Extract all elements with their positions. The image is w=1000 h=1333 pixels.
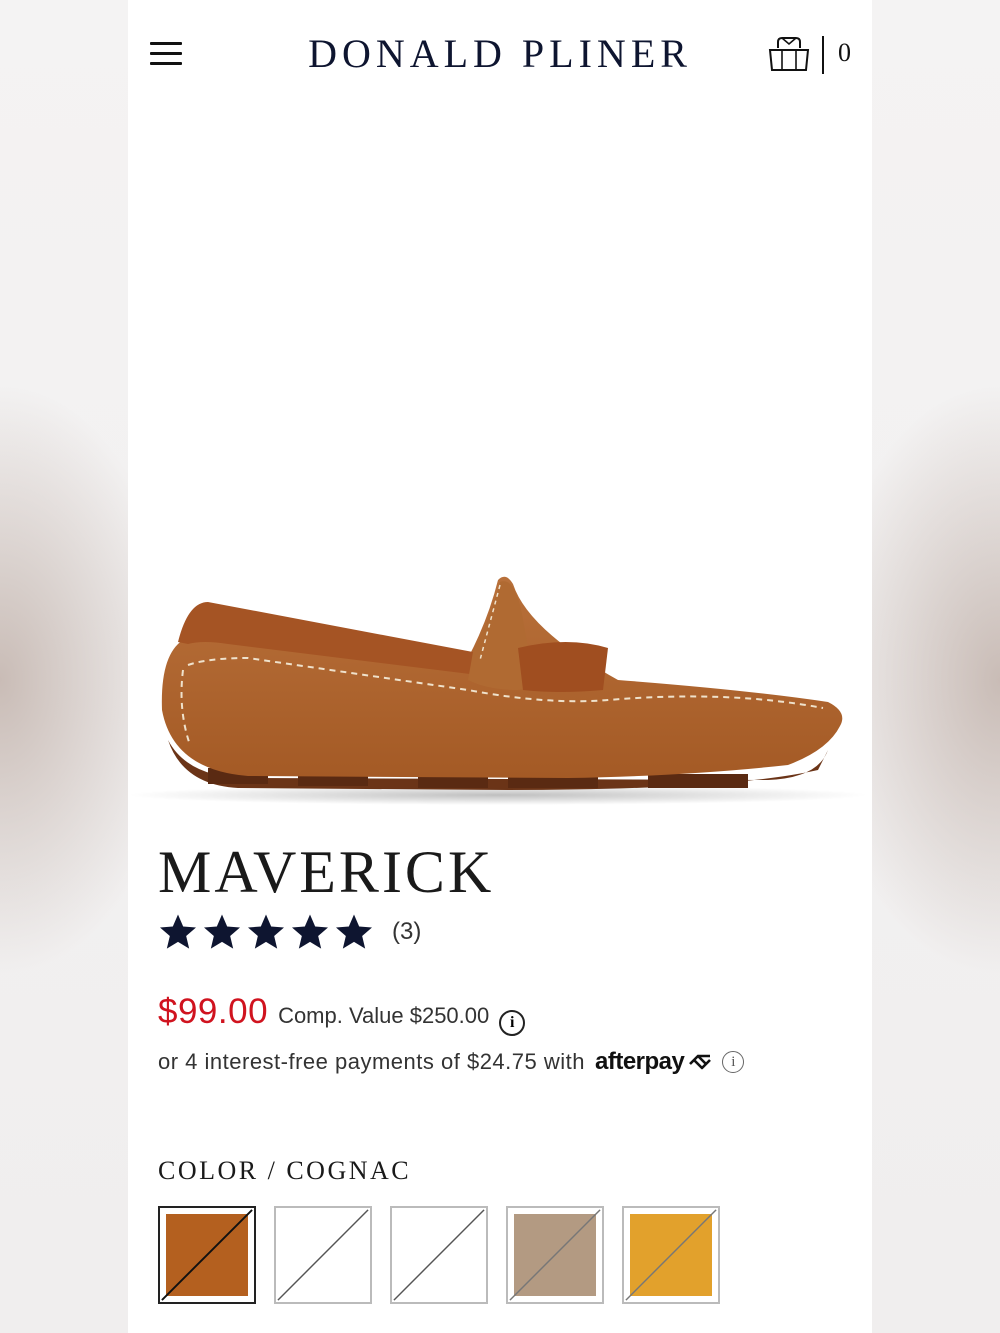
- afterpay-arrows-icon: [689, 1054, 712, 1070]
- sale-price: $99.00: [158, 992, 269, 1031]
- unavailable-slash-icon: [277, 1209, 369, 1301]
- swatch-white[interactable]: [274, 1206, 372, 1304]
- review-count[interactable]: (3): [392, 918, 421, 946]
- star-icon: [160, 914, 196, 949]
- cart[interactable]: 0: [768, 34, 858, 74]
- star-icon: [248, 914, 284, 949]
- hamburger-line: [150, 52, 182, 55]
- unavailable-slash-icon: [393, 1209, 485, 1301]
- info-icon[interactable]: i: [499, 1010, 526, 1036]
- star-icon: [336, 914, 372, 949]
- hamburger-line: [150, 62, 182, 65]
- star-icon: [204, 914, 240, 949]
- price-row: $99.00 Comp. Value $250.00 i: [158, 992, 526, 1036]
- afterpay-row: or 4 interest-free payments of $24.75 wi…: [158, 1048, 745, 1076]
- shopping-bag-icon[interactable]: [768, 36, 810, 72]
- menu-button[interactable]: [148, 40, 184, 68]
- product-page: DONALD PLINER 0 MAVERICK (3) $99.00 Comp…: [128, 0, 872, 1333]
- star-icon: [292, 914, 328, 949]
- color-swatches: [158, 1206, 738, 1304]
- cart-count: 0: [838, 38, 851, 67]
- swatch-cognac[interactable]: [158, 1206, 256, 1304]
- comp-value: Comp. Value $250.00: [278, 1003, 490, 1028]
- unavailable-slash-icon: [161, 1209, 253, 1301]
- brand-logo[interactable]: DONALD PLINER: [288, 30, 712, 77]
- product-title: MAVERICK: [158, 839, 495, 905]
- unavailable-slash-icon: [625, 1209, 717, 1301]
- swatch-mustard[interactable]: [622, 1206, 720, 1304]
- unavailable-slash-icon: [509, 1209, 601, 1301]
- afterpay-text: or 4 interest-free payments of $24.75 wi…: [158, 1049, 585, 1074]
- afterpay-logo[interactable]: afterpay: [595, 1048, 685, 1076]
- hamburger-menu-icon: [150, 42, 182, 45]
- cart-divider: [822, 36, 824, 74]
- swatch-taupe[interactable]: [506, 1206, 604, 1304]
- afterpay-info-icon[interactable]: i: [722, 1051, 745, 1073]
- loafer-shoe-image[interactable]: [128, 540, 872, 820]
- rating[interactable]: (3): [158, 910, 421, 954]
- swatch-white-2[interactable]: [390, 1206, 488, 1304]
- color-label: COLOR / COGNAC: [158, 1156, 412, 1185]
